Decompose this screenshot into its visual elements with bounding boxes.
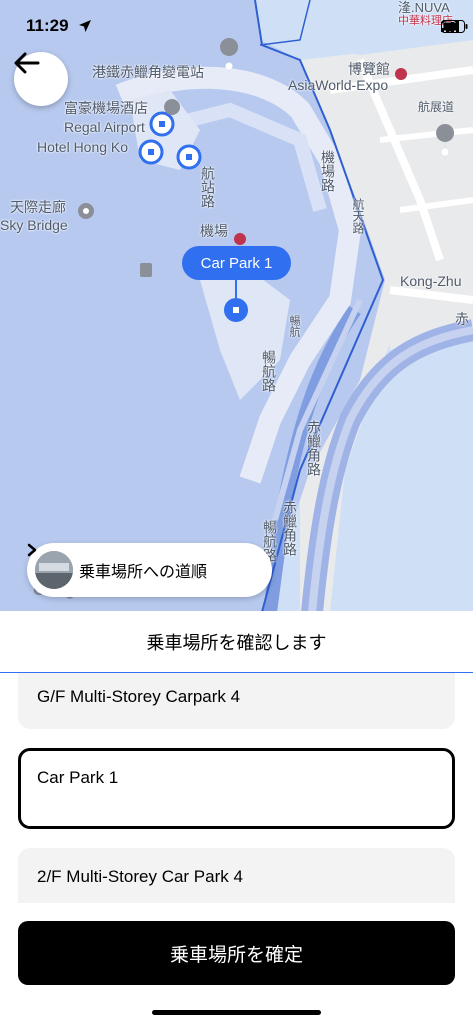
map-label-expo-en: AsiaWorld-Expo <box>288 77 389 93</box>
map-label-expo-cn: 博覽館 <box>348 61 390 77</box>
home-indicator <box>152 1010 321 1015</box>
pickup-pin-label[interactable]: Car Park 1 <box>182 246 291 280</box>
map-label-road-hanghong: 暢航路 <box>261 350 277 392</box>
map-label-hangtai: 航展道 <box>418 100 455 114</box>
map-view[interactable]: 港鐵赤鱲角變電站 富豪機場酒店 Regal Airport Hotel Hong… <box>0 0 473 612</box>
pickup-option-label: Car Park 1 <box>37 768 119 787</box>
sheet-title: 乗車場所を確認します <box>146 632 327 653</box>
sheet-header: 乗車場所を確認します <box>0 611 473 673</box>
map-label-chek: 赤 <box>455 311 469 327</box>
map-label-road-hang: 航站路 <box>200 166 216 208</box>
pickup-directions-button[interactable]: 乗車場所への道順 <box>27 543 272 597</box>
map-label-road-chek1: 赤鱲角路 <box>306 420 322 476</box>
map-canvas <box>0 0 473 612</box>
map-label-road-hangtin: 航天路 <box>351 198 365 234</box>
confirm-pickup-button[interactable]: 乗車場所を確定 <box>18 921 455 985</box>
status-bar: 11:29 <box>0 0 473 52</box>
directions-thumbnail <box>35 551 73 589</box>
map-label-substation: 港鐵赤鱲角變電站 <box>92 64 204 80</box>
map-label-sky-bridge-en: Sky Bridge <box>0 217 68 233</box>
map-label-airport: 機場 <box>200 223 228 239</box>
map-label-road-small: 暢航 <box>288 315 300 337</box>
map-label-sky-bridge-cn: 天際走廊 <box>10 199 66 215</box>
directions-chip-label: 乗車場所への道順 <box>79 564 208 581</box>
map-label-hotel-en2: Hotel Hong Ko <box>37 139 129 155</box>
map-label-hotel-en1: Regal Airport <box>64 119 145 135</box>
map-label-hotel-cn: 富豪機場酒店 <box>64 100 148 116</box>
pickup-option-label: 2/F Multi-Storey Car Park 4 <box>37 867 243 886</box>
map-label-road-airport: 機場路 <box>320 150 336 192</box>
pickup-option-car-park-1[interactable]: Car Park 1 <box>18 748 455 829</box>
map-label-kong-zhu: Kong-Zhu <box>400 273 462 289</box>
map-label-road-chek2: 赤鱲角路 <box>282 500 298 556</box>
pickup-option-label: G/F Multi-Storey Carpark 4 <box>37 687 241 706</box>
status-time: 11:29 <box>26 16 69 35</box>
back-button[interactable] <box>14 52 68 106</box>
